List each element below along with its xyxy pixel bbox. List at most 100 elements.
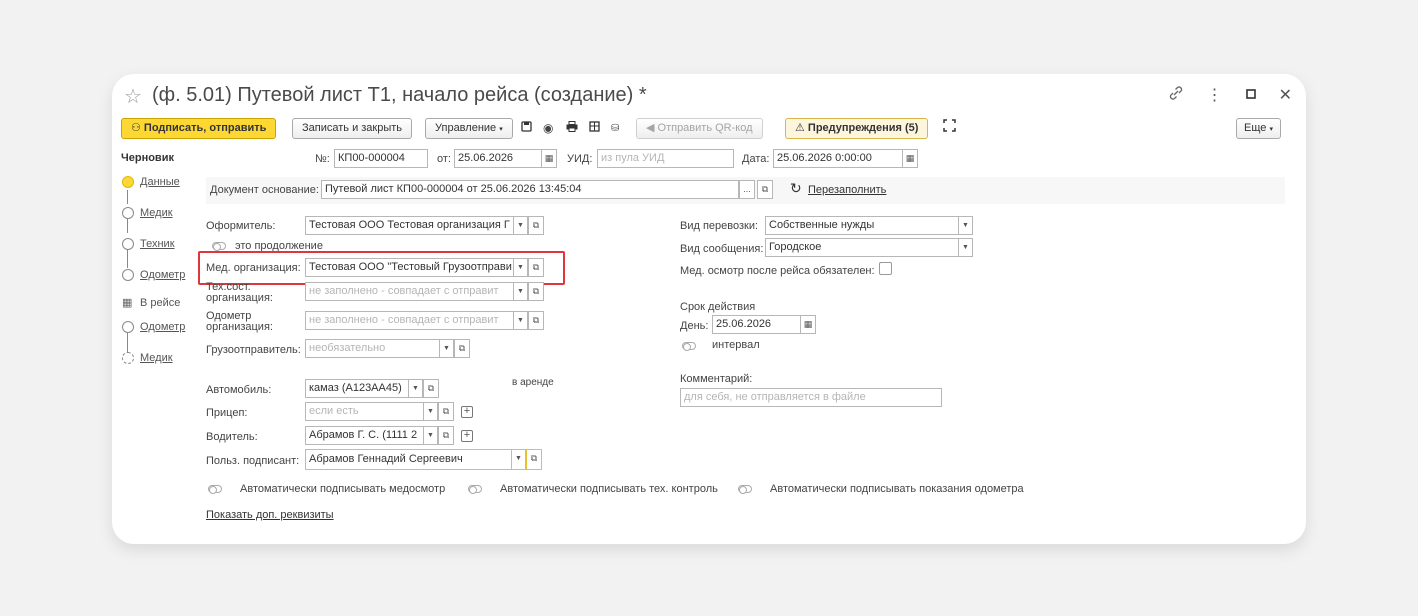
qr-code-icon: ▦: [122, 297, 133, 309]
close-icon[interactable]: ✕: [1279, 86, 1292, 106]
med-after-checkbox[interactable]: [879, 262, 892, 275]
interval-toggle[interactable]: [682, 342, 696, 351]
signer-field[interactable]: Абрамов Геннадий Сергеевич: [305, 449, 512, 470]
star-icon[interactable]: ☆: [124, 84, 142, 109]
day-field[interactable]: 25.06.2026: [712, 315, 801, 334]
refresh-icon[interactable]: ↻: [790, 180, 802, 197]
basis-select-button[interactable]: ...: [739, 180, 755, 199]
datetime-field[interactable]: 25.06.2026 0:00:00: [773, 149, 903, 168]
tech-org-label: Тех.сост. организация:: [206, 281, 273, 304]
print-icon[interactable]: [566, 118, 578, 139]
route-field[interactable]: Городское: [765, 238, 959, 257]
uid-field[interactable]: из пула УИД: [597, 149, 734, 168]
save-icon[interactable]: [521, 118, 532, 139]
med-org-field[interactable]: Тестовая ООО "Тестовый Грузоотправи: [305, 258, 514, 277]
chevron-down-icon[interactable]: ▼: [408, 379, 423, 398]
send-qr-button[interactable]: ◀ Отправить QR-код: [636, 118, 763, 139]
window-controls: ⋮ ✕: [1167, 84, 1292, 108]
basis-field[interactable]: Путевой лист КП00-000004 от 25.06.2026 1…: [321, 180, 739, 199]
open-icon[interactable]: ⧉: [454, 339, 470, 358]
save-close-button[interactable]: Записать и закрыть: [292, 118, 413, 139]
auto-sign-tech-toggle[interactable]: [468, 485, 482, 494]
chevron-down-icon: ▾: [499, 126, 503, 133]
open-icon[interactable]: ⧉: [423, 379, 439, 398]
warnings-button[interactable]: ⚠ Предупреждения (5): [785, 118, 929, 139]
status-label: Черновик: [121, 152, 174, 164]
sign-icon: ⚇: [131, 122, 144, 134]
number-field[interactable]: КП00-000004: [334, 149, 428, 168]
chevron-down-icon[interactable]: ▼: [958, 238, 973, 257]
step-technician[interactable]: Техник: [122, 238, 175, 250]
more-icon[interactable]: ⋮: [1207, 86, 1223, 106]
add-trailer-icon[interactable]: +: [461, 406, 473, 418]
chevron-down-icon[interactable]: ▼: [423, 426, 438, 445]
auto-sign-odo-toggle[interactable]: [738, 485, 752, 494]
uid-label: УИД:: [567, 153, 593, 165]
open-icon[interactable]: ⧉: [528, 216, 544, 235]
open-icon[interactable]: ⧉: [528, 311, 544, 330]
open-icon[interactable]: ⧉: [438, 402, 454, 421]
chevron-down-icon[interactable]: ▼: [513, 311, 528, 330]
send-icon: ◀: [646, 122, 658, 134]
issuer-field[interactable]: Тестовая ООО Тестовая организация Г: [305, 216, 514, 235]
chevron-down-icon[interactable]: ▼: [958, 216, 973, 235]
xml-icon[interactable]: ⛁: [611, 118, 619, 139]
maximize-icon[interactable]: [1245, 86, 1257, 106]
step-data[interactable]: Данные: [122, 176, 180, 188]
open-icon[interactable]: ⧉: [528, 282, 544, 301]
auto-sign-med-toggle[interactable]: [208, 485, 222, 494]
chevron-down-icon[interactable]: ▼: [439, 339, 454, 358]
step-done-icon: [122, 238, 134, 250]
step-odometer-2[interactable]: Одометр: [122, 321, 185, 333]
chevron-down-icon[interactable]: ▼: [513, 282, 528, 301]
comment-label: Комментарий:: [680, 373, 753, 385]
driver-field[interactable]: Абрамов Г. С. (1111 2: [305, 426, 424, 445]
odometer-org-field[interactable]: не заполнено - совпадает с отправит: [305, 311, 514, 330]
add-driver-icon[interactable]: +: [461, 430, 473, 442]
auto-sign-tech-label: Автоматически подписывать тех. контроль: [500, 483, 718, 495]
tech-org-field[interactable]: не заполнено - совпадает с отправит: [305, 282, 514, 301]
chevron-down-icon[interactable]: ▼: [513, 216, 528, 235]
sign-send-button[interactable]: ⚇ Подписать, отправить: [121, 118, 277, 139]
signer-label: Польз. подписант:: [206, 455, 300, 467]
chevron-down-icon[interactable]: ▼: [423, 402, 438, 421]
calendar-icon[interactable]: ▦: [902, 149, 918, 168]
show-more-link[interactable]: Показать доп. реквизиты: [206, 509, 334, 521]
calendar-icon[interactable]: ▦: [800, 315, 816, 334]
continuation-toggle[interactable]: [212, 242, 226, 251]
driver-label: Водитель:: [206, 431, 258, 443]
open-icon[interactable]: ⧉: [526, 449, 542, 470]
open-icon[interactable]: ⧉: [757, 180, 773, 199]
open-icon[interactable]: ⧉: [438, 426, 454, 445]
day-label: День:: [680, 320, 709, 332]
manage-button[interactable]: Управление ▾: [425, 118, 513, 139]
validity-label: Срок действия: [680, 301, 756, 313]
table-icon[interactable]: [589, 118, 600, 139]
step-in-trip: ▦ В рейсе: [122, 296, 181, 310]
chevron-down-icon[interactable]: ▼: [511, 449, 526, 470]
route-label: Вид сообщения:: [680, 243, 764, 255]
comment-field[interactable]: для себя, не отправляется в файле: [680, 388, 942, 407]
shipper-field[interactable]: необязательно: [305, 339, 440, 358]
transport-field[interactable]: Собственные нужды: [765, 216, 959, 235]
auto-sign-med-label: Автоматически подписывать медосмотр: [240, 483, 446, 495]
warning-icon: ⚠: [795, 122, 808, 134]
refill-link[interactable]: Перезаполнить: [808, 184, 886, 196]
more-button[interactable]: Еще ▾: [1236, 118, 1281, 139]
auto-sign-odo-label: Автоматически подписывать показания одом…: [770, 483, 1024, 495]
step-done-icon: [122, 269, 134, 281]
expand-icon[interactable]: [943, 118, 956, 139]
open-icon[interactable]: ⧉: [528, 258, 544, 277]
step-medic-2[interactable]: Медик: [122, 352, 173, 364]
date-field[interactable]: 25.06.2026: [454, 149, 542, 168]
step-odometer[interactable]: Одометр: [122, 269, 185, 281]
eye-icon[interactable]: ◉: [543, 118, 553, 139]
odometer-org-label: Одометр организация:: [206, 310, 273, 333]
link-icon[interactable]: [1167, 84, 1185, 108]
car-field[interactable]: камаз (А123АА45): [305, 379, 409, 398]
step-medic[interactable]: Медик: [122, 207, 173, 219]
chevron-down-icon[interactable]: ▼: [513, 258, 528, 277]
trailer-field[interactable]: если есть: [305, 402, 424, 421]
step-pending-icon: [122, 352, 134, 364]
calendar-icon[interactable]: ▦: [541, 149, 557, 168]
